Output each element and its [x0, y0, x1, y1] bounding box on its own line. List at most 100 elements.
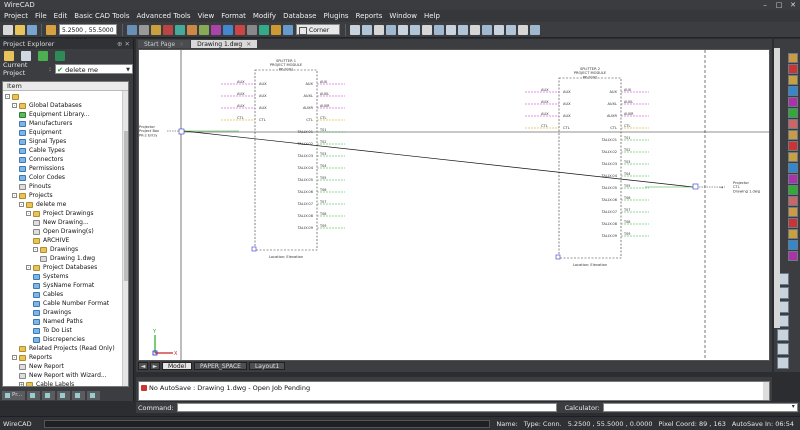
doc-tab[interactable]: Drawing 1.dwg ✕	[191, 40, 258, 48]
tree-item[interactable]: New Report	[19, 362, 64, 371]
draw-tool-icon[interactable]	[788, 108, 798, 118]
draw-tool-icon[interactable]	[788, 119, 798, 129]
signal-icon[interactable]	[187, 24, 197, 35]
minimize-button[interactable]: –	[758, 1, 772, 9]
draw-tool-icon[interactable]	[788, 207, 798, 217]
corner-mode-select[interactable]: Corner	[296, 24, 340, 35]
tree-item[interactable]: Color Codes	[19, 173, 65, 182]
draw-tool-icon[interactable]	[788, 240, 798, 250]
current-project-select[interactable]: ✔ delete me ▼	[55, 64, 133, 74]
draw-tool-icon[interactable]	[788, 75, 798, 85]
menu-view[interactable]: View	[198, 12, 215, 20]
tree-item[interactable]: Named Paths	[33, 317, 83, 326]
snap-icon[interactable]	[283, 24, 293, 35]
pointer-icon[interactable]	[127, 24, 137, 35]
tally-icon[interactable]	[247, 24, 257, 35]
tree-scroll-thumb[interactable]	[124, 131, 128, 281]
tree-item[interactable]: -	[5, 92, 22, 101]
database-icon[interactable]	[55, 51, 65, 61]
open-icon[interactable]	[15, 24, 25, 35]
component-icon[interactable]	[151, 24, 161, 35]
schematic-drawing[interactable]: SPLITTER 1 PROJECT MODULE PK-2001 Location:…	[139, 50, 770, 361]
expander-icon[interactable]: -	[5, 94, 10, 99]
draw-tool-icon[interactable]	[788, 251, 798, 261]
panel-tab[interactable]: Pr...	[2, 390, 26, 400]
tree-item[interactable]: To Do List	[33, 326, 72, 335]
tree-item[interactable]: Equipment	[19, 128, 62, 137]
menu-modify[interactable]: Modify	[253, 12, 276, 20]
tree-item[interactable]: - delete me	[19, 200, 66, 209]
tree-item[interactable]: - Project Databases	[26, 263, 97, 272]
tree-item[interactable]: + Cable Labels	[19, 380, 74, 386]
block-grip[interactable]	[555, 254, 561, 260]
close-icon[interactable]: ✕	[246, 41, 251, 48]
drawing-canvas[interactable]: SPLITTER 1 PROJECT MODULE PK-2001 Location:…	[138, 49, 770, 361]
panel-tab[interactable]	[72, 390, 86, 400]
doc-tab[interactable]: Start Page ✕	[138, 40, 191, 48]
tree-item[interactable]: Discrepencies	[33, 335, 85, 344]
connector-icon[interactable]	[163, 24, 173, 35]
menu-help[interactable]: Help	[424, 12, 440, 20]
close-icon[interactable]: ✕	[179, 41, 184, 48]
properties-icon[interactable]	[518, 24, 528, 35]
tree-item[interactable]: Open Drawing(s)	[33, 227, 94, 236]
expander-icon[interactable]: -	[33, 247, 38, 252]
draw-tool-icon[interactable]	[788, 196, 798, 206]
zoom-prev-icon[interactable]	[410, 24, 420, 35]
tree-item[interactable]: Connectors	[19, 155, 63, 164]
menu-file[interactable]: File	[35, 12, 47, 20]
expander-icon[interactable]: -	[26, 265, 31, 270]
layout-tab[interactable]: PAPER_SPACE	[194, 362, 247, 370]
zoom-window-icon[interactable]	[374, 24, 384, 35]
dest-connector[interactable]	[692, 183, 699, 190]
layout-tab[interactable]: Layout1	[248, 362, 286, 370]
draw-tool-icon[interactable]	[788, 53, 798, 63]
tree-item[interactable]: Cable Number Format	[33, 299, 109, 308]
tree-item[interactable]: Related Projects (Read Only)	[19, 344, 115, 353]
panel-pin-close-icon[interactable]: ⊕ ✕	[117, 40, 130, 48]
menu-plugins[interactable]: Plugins	[323, 12, 348, 20]
menu-window[interactable]: Window	[389, 12, 417, 20]
tree-item[interactable]: Signal Types	[19, 137, 66, 146]
tree-item[interactable]: Manufacturers	[19, 119, 72, 128]
tree-item[interactable]: Systems	[33, 272, 69, 281]
draw-tool-icon[interactable]	[788, 141, 798, 151]
draw-tool-icon[interactable]	[788, 152, 798, 162]
zoom-in-icon[interactable]	[350, 24, 360, 35]
document-icon[interactable]	[21, 51, 31, 61]
zoom-extents-icon[interactable]	[386, 24, 396, 35]
tree-item[interactable]: - Drawings	[33, 245, 78, 254]
tree-item[interactable]: Drawings	[33, 308, 71, 317]
output-scrollbar[interactable]	[763, 382, 769, 400]
view-tool-icon[interactable]	[777, 329, 789, 341]
draw-tool-icon[interactable]	[788, 174, 798, 184]
maximize-button[interactable]: □	[772, 1, 786, 9]
draw-tool-icon[interactable]	[788, 218, 798, 228]
draw-tool-icon[interactable]	[788, 163, 798, 173]
panel-tab[interactable]	[87, 390, 101, 400]
draw-tool-icon[interactable]	[788, 229, 798, 239]
tree-item[interactable]: - Reports	[12, 353, 52, 362]
tree-item[interactable]: New Drawing...	[33, 218, 89, 227]
view-tool-icon[interactable]	[777, 357, 789, 369]
layout-nav-button[interactable]: ►	[150, 362, 160, 370]
draw-tool-icon[interactable]	[788, 185, 798, 195]
redraw-icon[interactable]	[422, 24, 432, 35]
panel-tab[interactable]	[42, 390, 56, 400]
draw-tool-icon[interactable]	[788, 86, 798, 96]
label-icon[interactable]	[235, 24, 245, 35]
print-icon[interactable]	[434, 24, 444, 35]
cable-icon[interactable]	[175, 24, 185, 35]
tree-item[interactable]: Drawing 1.dwg	[40, 254, 95, 263]
delete-icon[interactable]	[139, 24, 149, 35]
terminal-icon[interactable]	[223, 24, 233, 35]
calculator-input[interactable]	[602, 403, 798, 412]
menu-format[interactable]: Format	[221, 12, 246, 20]
tree-item[interactable]: - Project Drawings	[26, 209, 94, 218]
expander-icon[interactable]: -	[12, 193, 17, 198]
scope-icon[interactable]	[259, 24, 269, 35]
menu-edit[interactable]: Edit	[54, 12, 68, 20]
cut-icon[interactable]	[458, 24, 468, 35]
preview-icon[interactable]	[446, 24, 456, 35]
panel-tab[interactable]	[27, 390, 41, 400]
